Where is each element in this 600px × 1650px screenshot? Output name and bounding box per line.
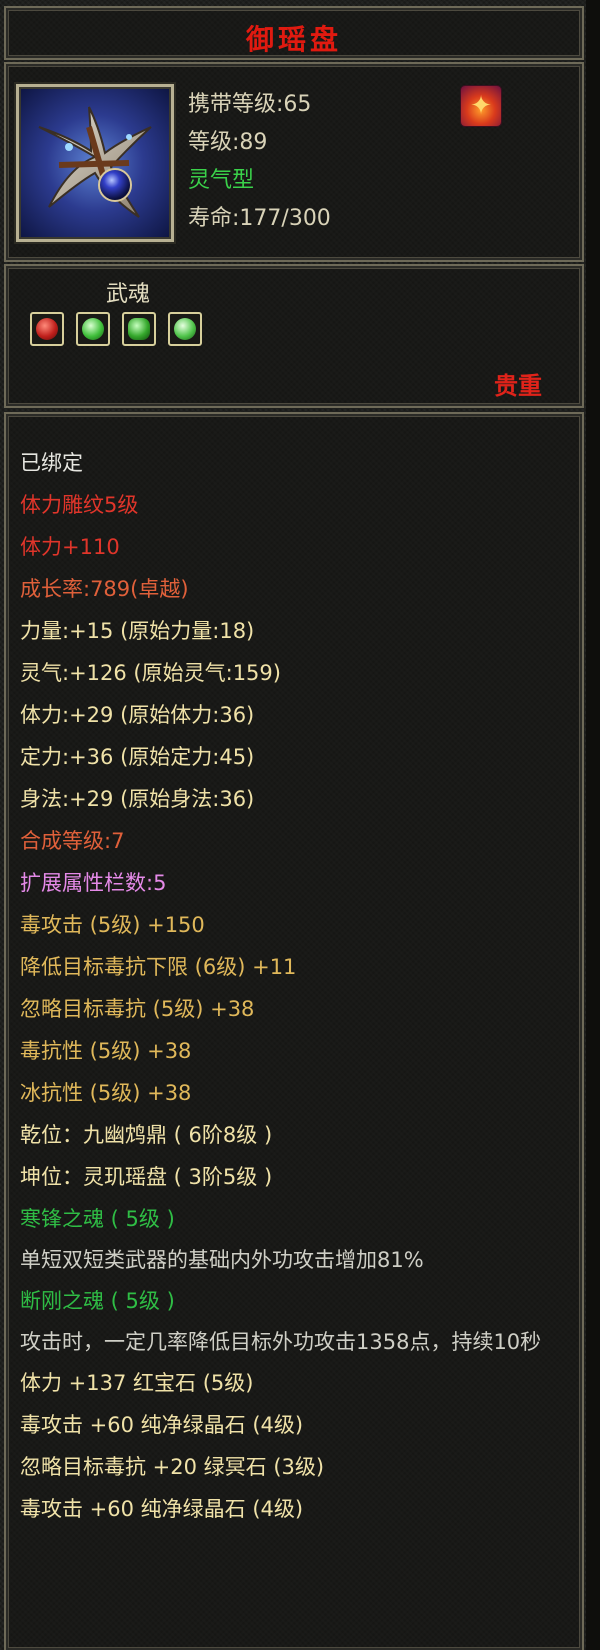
stat-line: 体力+110 (20, 535, 120, 559)
item-title: 御瑶盘 (245, 23, 342, 56)
stat-line: 体力:+29 (原始体力:36) (20, 703, 255, 727)
gem-slot-2[interactable] (76, 312, 110, 346)
green-gem-icon (174, 318, 196, 340)
stat-line: 乾位：九幽鸩鼎 ( 6阶8级 ) (20, 1123, 273, 1147)
stat-line: 冰抗性 (5级) +38 (20, 1081, 192, 1105)
stat-line: 毒攻击 (5级) +150 (20, 913, 205, 937)
gem-slot-1[interactable] (30, 312, 64, 346)
green-gem-icon (128, 318, 150, 340)
stat-line: 合成等级:7 (20, 829, 125, 853)
stat-line: 降低目标毒抗下限 (6级) +11 (20, 955, 297, 979)
item-type: 灵气型 (188, 168, 255, 193)
green-gem-icon (82, 318, 104, 340)
gem-slot-3[interactable] (122, 312, 156, 346)
stat-line: 坤位：灵玑瑶盘 ( 3阶5级 ) (20, 1165, 273, 1189)
red-gem-icon (36, 318, 58, 340)
stat-line: 寒锋之魂 ( 5级 ) (20, 1207, 175, 1231)
stat-description: 单短双短类武器的基础内外功攻击增加81% (20, 1248, 424, 1272)
flame-icon[interactable]: ✦ (461, 86, 501, 126)
stat-line: 毒攻击 +60 纯净绿晶石 (4级) (20, 1413, 304, 1437)
soul-panel: 武魂 贵重 (4, 264, 584, 408)
item-info-panel: 携带等级:65 等级:89 灵气型 寿命:177/300 ✦ (4, 62, 584, 262)
item-level: 等级:89 (188, 130, 268, 155)
stat-line: 扩展属性栏数:5 (20, 871, 167, 895)
stat-line: 忽略目标毒抗 (5级) +38 (20, 997, 255, 1021)
stat-line: 已绑定 (20, 451, 83, 475)
stat-line: 毒攻击 +60 纯净绿晶石 (4级) (20, 1497, 304, 1521)
stat-line: 定力:+36 (原始定力:45) (20, 745, 255, 769)
stat-line: 灵气:+126 (原始灵气:159) (20, 661, 281, 685)
soul-title: 武魂 (106, 282, 151, 307)
carry-level: 携带等级:65 (188, 92, 312, 117)
stat-line: 忽略目标毒抗 +20 绿冥石 (3级) (20, 1455, 325, 1479)
stats-list: 已绑定体力雕纹5级 体力+110 成长率:789(卓越) 力量:+15 (原始力量:1… (20, 442, 580, 1530)
rarity-label: 贵重 (494, 371, 542, 400)
stat-description: 攻击时，一定几率降低目标外功攻击1358点，持续10秒 (20, 1330, 542, 1354)
stat-line: 身法:+29 (原始身法:36) (20, 787, 255, 811)
stat-line: 毒抗性 (5级) +38 (20, 1039, 192, 1063)
window-edge (586, 0, 600, 1650)
title-bar: 御瑶盘 (4, 6, 584, 60)
gem-slot-4[interactable] (168, 312, 202, 346)
item-lifespan: 寿命:177/300 (188, 206, 331, 231)
stat-line: 断刚之魂 ( 5级 ) (20, 1289, 175, 1313)
stats-panel: 已绑定体力雕纹5级 体力+110 成长率:789(卓越) 力量:+15 (原始力量:1… (4, 412, 584, 1650)
stat-line: 力量:+15 (原始力量:18) (20, 619, 255, 643)
stat-line: 成长率:789(卓越) (20, 577, 189, 601)
stat-line: 体力 +137 红宝石 (5级) (20, 1371, 254, 1395)
cross-shuriken-orb-icon[interactable] (16, 84, 174, 242)
stat-line: 体力雕纹5级 (20, 493, 139, 517)
